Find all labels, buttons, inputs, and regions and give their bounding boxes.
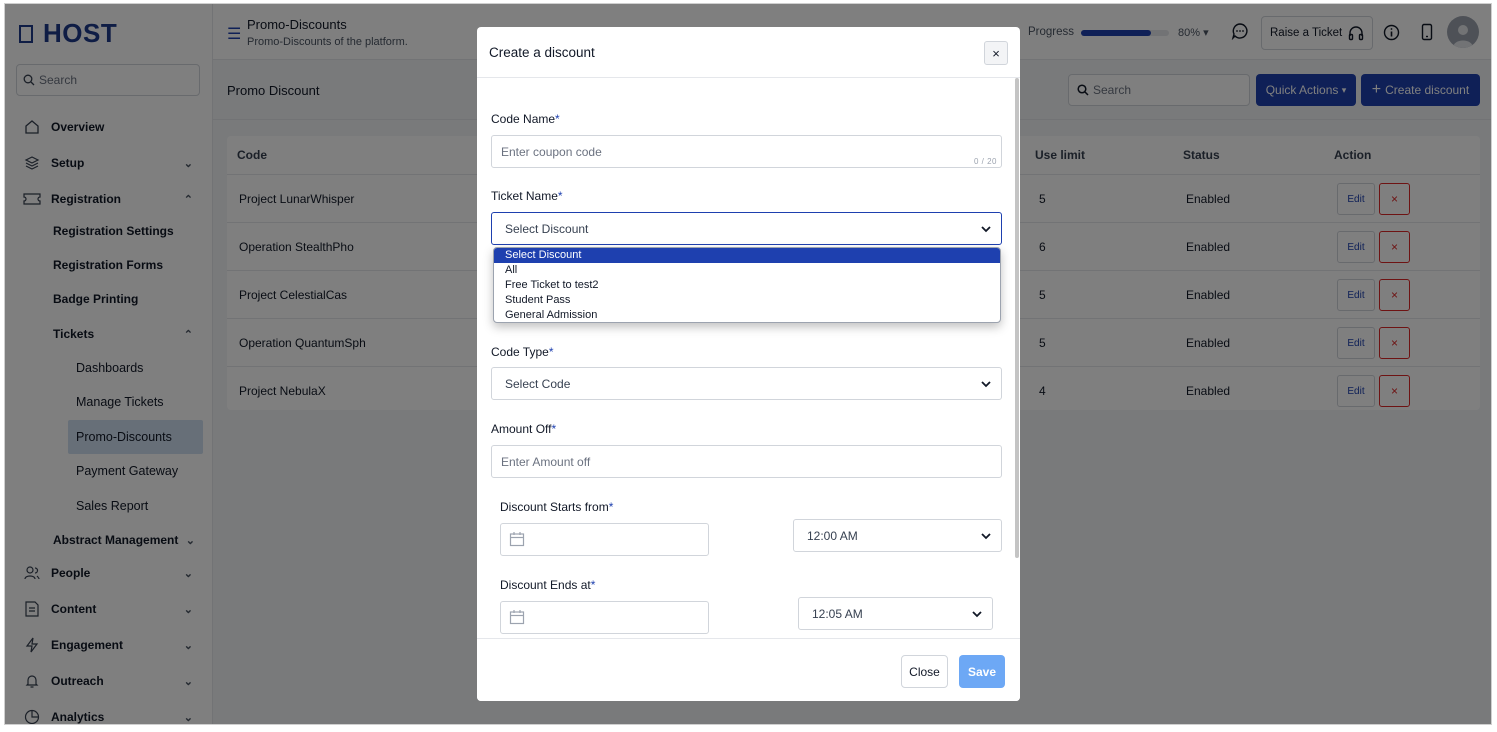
- dropdown-option[interactable]: Free Ticket to test2: [494, 278, 1000, 293]
- required-mark: *: [548, 345, 554, 359]
- discount-starts-label: Discount Starts from*: [500, 500, 613, 514]
- chevron-down-icon: [981, 533, 991, 540]
- end-date-input[interactable]: [500, 601, 709, 634]
- discount-starts-label-text: Discount Starts from: [500, 500, 609, 514]
- code-name-placeholder: Enter coupon code: [501, 144, 602, 159]
- code-type-label-text: Code Type: [491, 345, 549, 359]
- save-button[interactable]: Save: [959, 655, 1005, 688]
- amount-off-label: Amount Off*: [491, 422, 556, 436]
- calendar-icon: [509, 610, 525, 625]
- close-button[interactable]: Close: [901, 655, 948, 688]
- create-discount-modal: Create a discount × Code Name* Enter cou…: [477, 27, 1020, 701]
- modal-header: Create a discount ×: [477, 27, 1020, 78]
- code-name-counter: 0 / 20: [973, 157, 997, 166]
- modal-title: Create a discount: [489, 45, 595, 60]
- modal-scrollbar[interactable]: [1015, 78, 1019, 558]
- code-type-select[interactable]: Select Code: [491, 367, 1002, 400]
- dropdown-option[interactable]: General Admission: [494, 308, 1000, 322]
- chevron-down-icon: [972, 611, 982, 618]
- dropdown-option[interactable]: All: [494, 263, 1000, 278]
- discount-ends-label-text: Discount Ends at: [500, 578, 591, 592]
- amount-off-label-text: Amount Off: [491, 422, 552, 436]
- modal-footer: Close Save: [477, 638, 1020, 701]
- required-mark: *: [557, 189, 563, 203]
- code-type-selected: Select Code: [505, 376, 571, 391]
- app-frame: HOST Search Overview Setup ⌄ Registratio…: [4, 3, 1492, 725]
- amount-off-placeholder: Enter Amount off: [501, 454, 591, 469]
- close-icon[interactable]: ×: [984, 41, 1008, 65]
- code-name-input[interactable]: Enter coupon code 0 / 20: [491, 135, 1002, 168]
- ticket-name-label-text: Ticket Name: [491, 189, 558, 203]
- ticket-name-dropdown: Select Discount All Free Ticket to test2…: [493, 247, 1001, 323]
- required-mark: *: [608, 500, 614, 514]
- calendar-icon: [509, 532, 525, 547]
- required-mark: *: [551, 422, 557, 436]
- dropdown-option[interactable]: Select Discount: [494, 248, 1000, 263]
- amount-off-input[interactable]: Enter Amount off: [491, 445, 1002, 478]
- start-time-value: 12:00 AM: [807, 528, 858, 543]
- ticket-name-select[interactable]: Select Discount: [491, 212, 1002, 245]
- dropdown-option[interactable]: Student Pass: [494, 293, 1000, 308]
- start-time-select[interactable]: 12:00 AM: [793, 519, 1002, 552]
- start-date-input[interactable]: [500, 523, 709, 556]
- chevron-down-icon: [981, 226, 991, 233]
- chevron-down-icon: [981, 381, 991, 388]
- discount-ends-label: Discount Ends at*: [500, 578, 595, 592]
- ticket-name-selected: Select Discount: [505, 221, 589, 236]
- required-mark: *: [555, 112, 560, 126]
- code-name-label: Code Name*: [491, 112, 560, 126]
- required-mark: *: [590, 578, 596, 592]
- code-name-label-text: Code Name: [491, 112, 556, 126]
- ticket-name-label: Ticket Name*: [491, 189, 563, 203]
- code-type-label: Code Type*: [491, 345, 554, 359]
- end-time-select[interactable]: 12:05 AM: [798, 597, 993, 630]
- end-time-value: 12:05 AM: [812, 606, 863, 621]
